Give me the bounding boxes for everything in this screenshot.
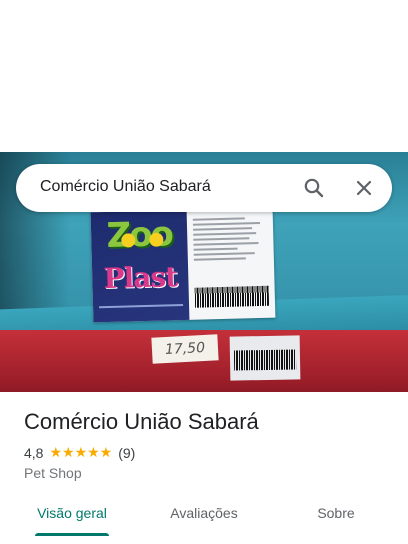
star-rating-icon: ★★★★★ [49,445,113,461]
rating-value: 4,8 [24,445,44,461]
search-bar[interactable]: Comércio União Sabará [16,164,392,212]
top-blank-area [0,0,408,152]
place-category[interactable]: Pet Shop [24,465,82,481]
tab-bar: Visão geral Avaliações Sobre [0,494,408,538]
place-title: Comércio União Sabará [24,409,259,434]
tab-reviews[interactable]: Avaliações [156,494,252,538]
secondary-label-sticker [229,335,301,381]
price-tag: 17,50 [151,334,219,364]
search-input[interactable]: Comércio União Sabará [40,178,211,196]
zooplast-logo: Zoo Plast [90,209,190,323]
tab-about[interactable]: Sobre [288,494,384,538]
active-tab-indicator [35,533,109,536]
search-icon[interactable] [302,176,326,200]
barcode [194,285,270,308]
tab-overview[interactable]: Visão geral [24,494,120,538]
review-count[interactable]: (9) [118,445,135,461]
product-label-sticker: Zoo Plast [90,207,276,323]
close-icon[interactable] [352,176,376,200]
rating-row[interactable]: 4,8 ★★★★★ (9) [24,444,135,462]
